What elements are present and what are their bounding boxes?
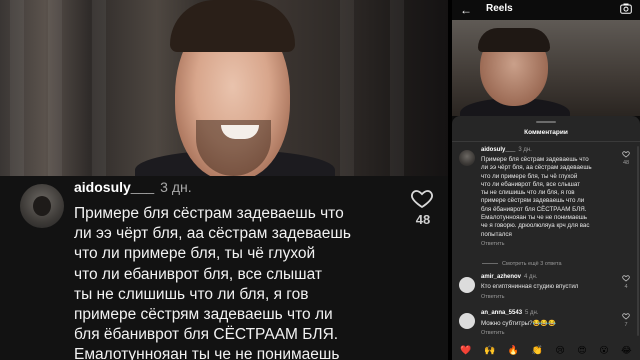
curtain-fold [48,0,62,176]
emoji-reaction-bar: ❤️ 🙌 🔥 👏 😢 😍 😮 😂 [452,342,640,360]
like-count: 7 [624,322,628,328]
comment-line: Емалотуннояан ты че не понимаешь [74,346,340,360]
comment-author[interactable]: aidosuly___ 3 дн. [74,179,192,195]
reels-header: ← Reels [452,0,640,20]
person-hair [478,28,550,52]
comment-text: Можно субтитры?😂😂😂 [481,320,556,327]
username[interactable]: amir_azhenov [481,274,521,280]
comment-line: Примере бля сёстрам задеваешь что [481,156,589,163]
comment-line: бля ёбаниврот бля СЁСТРААМ БЛЯ. [74,326,339,344]
scrollbar[interactable] [637,146,639,336]
comment-author[interactable]: an_anna_5543 5 дн. [481,310,539,316]
comment-line: ты не слишишь что ли бля, я гов [74,285,309,303]
comment-line: что ли ебаниврот бля, все слышат [74,265,322,283]
left-panel: aidosuly___ 3 дн. Примере бля сёстрам зад… [0,0,448,360]
avatar[interactable] [459,277,475,293]
reply-button[interactable]: Ответить [481,241,505,247]
drag-handle[interactable] [536,121,556,123]
comments-sheet: Комментарии aidosuly___ 3 дн. Примере бля… [452,116,640,360]
comment-time: 5 дн. [525,310,539,316]
avatar[interactable] [459,313,475,329]
comment-line: что ли примере бля, ты чё глухой [481,172,578,180]
comment-author[interactable]: amir_azhenov 4 дн. [481,274,538,280]
fire-emoji-icon[interactable]: 🔥 [508,346,519,356]
reply-button[interactable]: Ответить [481,294,505,300]
like-count: 48 [622,160,630,166]
comment-line: попытался [481,230,512,238]
heart-icon[interactable] [622,274,630,282]
heart-eyes-emoji-icon[interactable]: 😍 [577,346,586,356]
comment-time: 3 дн. [160,179,192,195]
comments-title: Комментарии [524,129,568,136]
comment-line: ли ээ чёрт бля, аа сёстрам задеваешь [74,225,351,243]
comment-line: Примере бля сёстрам задеваешь что [74,205,344,222]
curtain-fold [92,0,106,176]
comment-text: Примере бля сёстрам задеваешь что ли ээ … [74,204,394,360]
comment-line: бля ёбаниврот бля СЁСТРААМ БЛЯ. [481,205,587,213]
username[interactable]: an_anna_5543 [481,310,522,316]
curtain-fold [10,0,24,176]
curtain-fold [390,0,404,176]
comment-line: ли ээ чёрт бля, аа сёстрам задеваешь [481,164,592,172]
laughing-emoji-icon[interactable]: 😂 [621,346,632,356]
comment-line: ты не слишишь что ли бля, я гов [481,189,575,197]
heart-icon[interactable] [410,186,434,210]
reel-video[interactable] [452,20,640,116]
view-more-replies[interactable]: Смотреть ещё 3 ответа [482,261,562,267]
like-count: 48 [415,212,431,227]
crying-emoji-icon[interactable]: 😢 [555,346,564,356]
back-arrow-icon[interactable]: ← [460,4,472,16]
comment-line: примере сёстрям задеваешь что ли [481,197,585,205]
like-count: 4 [624,284,628,290]
comment-line: что ли примере бля, ты чё глухой [74,245,316,263]
reels-title: Reels [486,3,513,14]
surprised-emoji-icon[interactable]: 😮 [599,346,608,356]
reply-button[interactable]: Ответить [481,330,505,336]
comment-time: 3 дн. [518,147,532,153]
clap-emoji-icon[interactable]: 👏 [532,346,543,356]
avatar[interactable] [459,150,475,166]
heart-icon[interactable] [622,150,630,158]
comment-author[interactable]: aidosuly___ 3 дн. [481,147,532,153]
person-hair [170,0,295,52]
video-frame-left[interactable] [0,0,448,176]
heart-icon[interactable] [622,312,630,320]
username[interactable]: aidosuly___ [74,179,154,195]
camera-icon[interactable] [620,3,632,14]
comment-text: Примере бля сёстрам задеваешь что ли ээ … [481,156,592,239]
comment-line: Емалотуннояан ты че не понимаешь [481,214,587,222]
comment-time: 4 дн. [524,274,538,280]
heart-emoji-icon[interactable]: ❤️ [460,346,471,356]
comment-zoomed: aidosuly___ 3 дн. Примере бля сёстрам зад… [0,176,448,360]
divider [452,141,640,142]
comment-text: Кто египтянинная студию впустил [481,283,579,290]
avatar[interactable] [20,184,64,228]
curtain-fold [340,0,354,176]
username[interactable]: aidosuly___ [481,147,515,153]
comment-line: че я говорю. дрюолюляуа крч для вас [481,222,590,230]
raised-hands-emoji-icon[interactable]: 🙌 [484,346,495,356]
comment-line: что ли ебаниврот бля, все слышат [481,180,580,188]
phone-screen: ← Reels Комментарии aidosuly___ 3 дн. При… [452,0,640,360]
comment-line: примере сёстрям задеваешь что ли [74,306,333,324]
